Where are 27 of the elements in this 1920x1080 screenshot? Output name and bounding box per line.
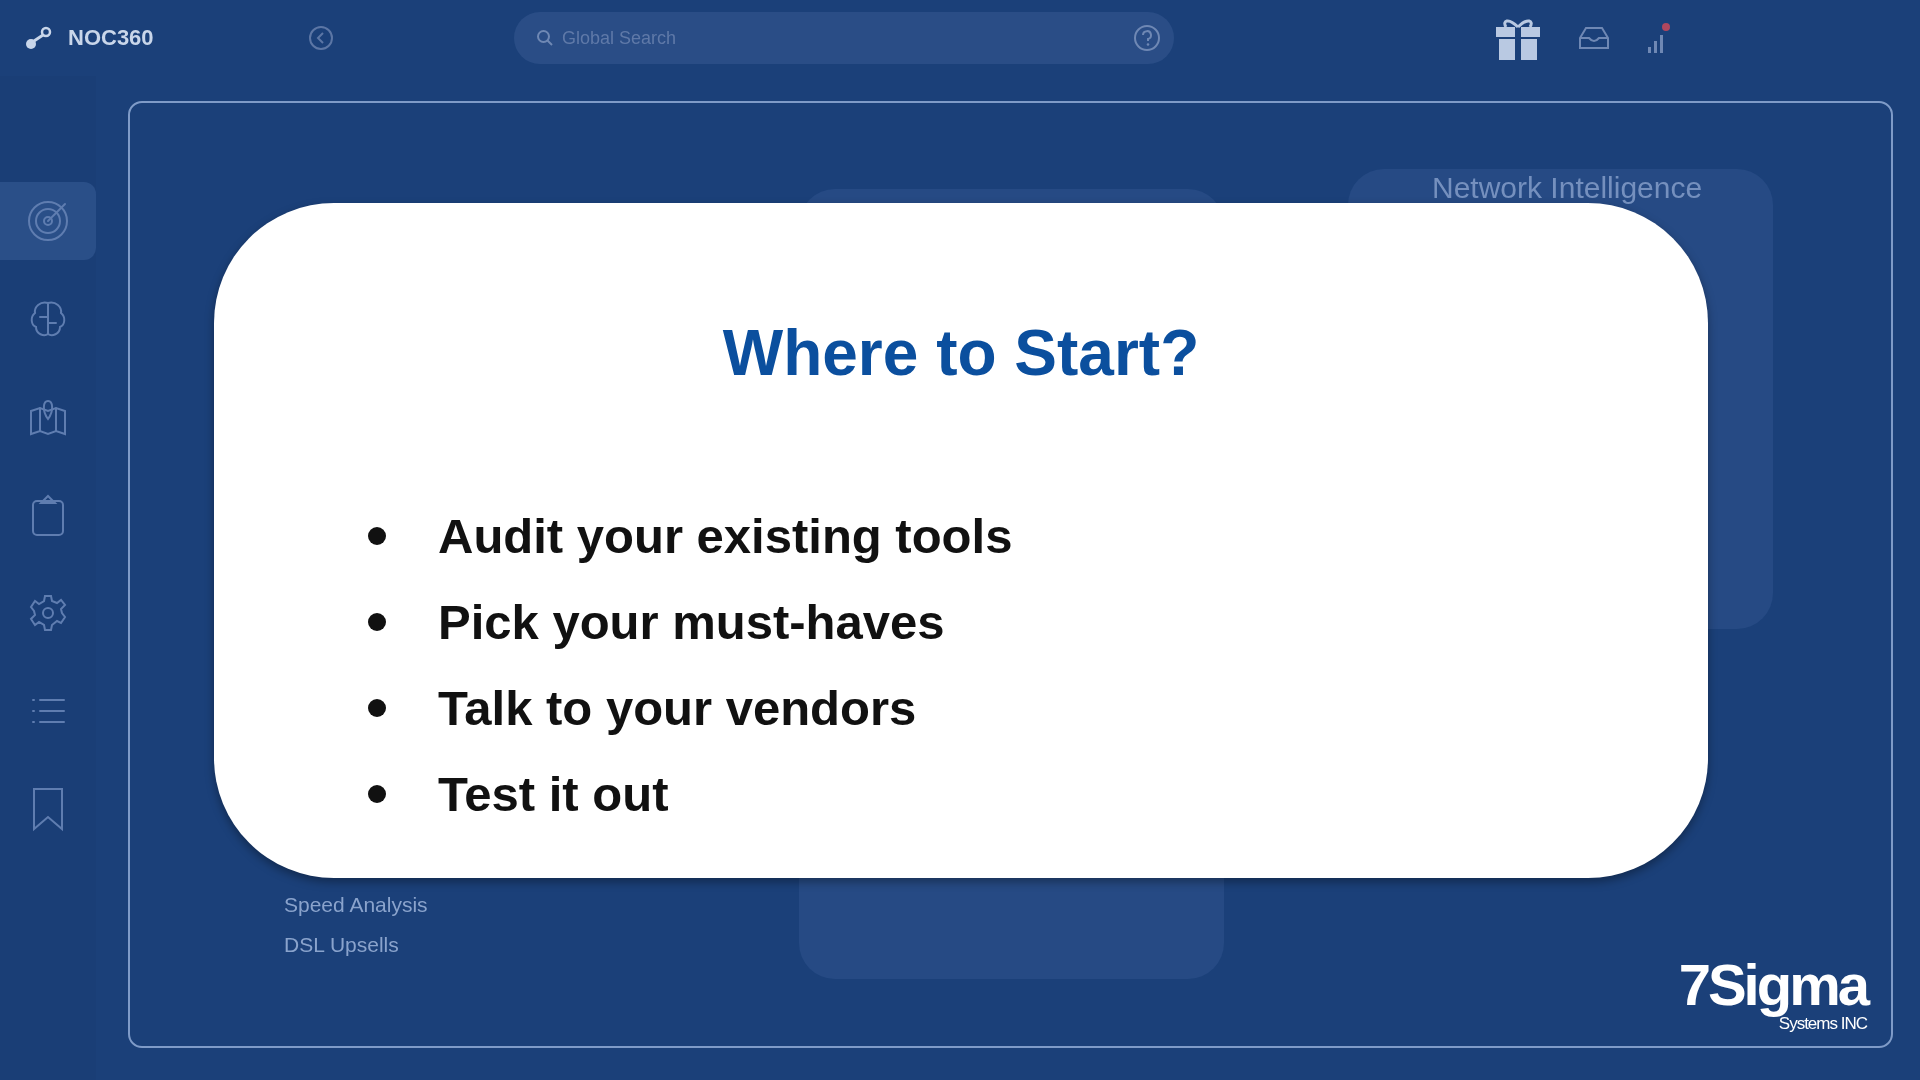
card-link[interactable]: Speed Analysis — [284, 885, 428, 925]
list-icon — [30, 696, 66, 726]
signal-icon[interactable] — [1646, 21, 1672, 55]
bookmark-icon — [31, 786, 65, 832]
bullet-dot — [368, 613, 386, 631]
bullet-dot — [368, 699, 386, 717]
card-link[interactable]: DSL Upsells — [284, 925, 399, 965]
back-icon[interactable] — [308, 25, 334, 51]
inbox-icon[interactable] — [1578, 26, 1610, 50]
bullet-dot — [368, 527, 386, 545]
bullet-text: Audit your existing tools — [438, 508, 1013, 564]
app-name: NOC360 — [68, 25, 154, 51]
bullet-text: Talk to your vendors — [438, 680, 917, 736]
brain-icon — [28, 299, 68, 339]
bullet-text: Test it out — [438, 766, 669, 822]
search-icon — [536, 29, 554, 47]
slide-title: Where to Start? — [721, 321, 1201, 385]
map-icon — [28, 397, 68, 437]
radar-icon — [26, 199, 70, 243]
bullet-text: Pick your must-haves — [438, 594, 945, 650]
sidebar-item[interactable] — [0, 182, 96, 260]
help-icon[interactable] — [1132, 23, 1162, 53]
card-title: Network Intelligence — [1431, 173, 1704, 203]
link-icon — [24, 25, 54, 51]
bullet-dot — [368, 785, 386, 803]
clipboard-icon — [30, 493, 66, 537]
settings-icon — [28, 593, 68, 633]
